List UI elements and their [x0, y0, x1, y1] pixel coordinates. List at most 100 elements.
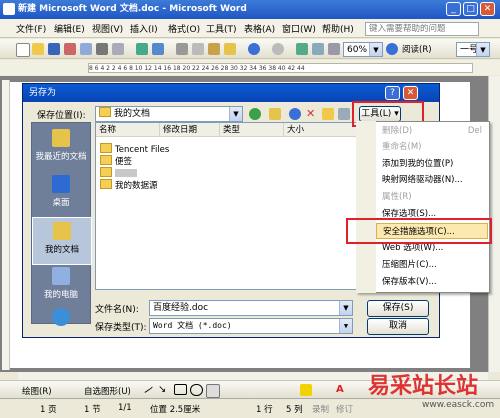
- window-title: 新建 Microsoft Word 文档.doc - Microsoft Wor…: [0, 0, 500, 19]
- dialog-help-button[interactable]: ?: [385, 86, 400, 100]
- read-mode-button[interactable]: 阅读(R): [402, 43, 432, 55]
- spelling-icon[interactable]: [136, 43, 148, 55]
- draw-menu-button[interactable]: 绘图(R): [22, 385, 52, 397]
- menu-item-compress-pictures[interactable]: 压缩图片(C)...: [382, 257, 488, 273]
- menu-table[interactable]: 表格(A): [244, 22, 275, 35]
- up-folder-icon[interactable]: [269, 108, 281, 120]
- font-color-icon[interactable]: A: [336, 384, 348, 396]
- oval-icon[interactable]: [190, 384, 203, 396]
- mail-icon[interactable]: [80, 43, 92, 55]
- place-desktop[interactable]: 桌面: [32, 171, 90, 217]
- delete-icon[interactable]: ✕: [306, 108, 318, 120]
- chevron-down-icon: ▼: [339, 301, 352, 315]
- folder-icon: [100, 143, 112, 153]
- place-recent[interactable]: 我最近的文档: [32, 125, 90, 171]
- fill-color-icon[interactable]: [300, 384, 312, 396]
- status-record[interactable]: 录制: [312, 403, 329, 415]
- menu-window[interactable]: 窗口(W): [282, 22, 316, 35]
- column-name[interactable]: 名称: [96, 123, 160, 137]
- menu-item-map-network-drive[interactable]: 映射网络驱动器(N)...: [382, 172, 488, 188]
- cut-icon[interactable]: [176, 43, 188, 55]
- menu-tools[interactable]: 工具(T): [206, 22, 237, 35]
- zoom-select[interactable]: 60% ▼: [343, 42, 383, 57]
- site-watermark: 易采站长站 www.easck.com: [368, 373, 495, 410]
- close-button[interactable]: ✕: [480, 2, 495, 16]
- list-item[interactable]: [100, 167, 137, 179]
- filetype-select[interactable]: Word 文档 (*.doc) ▼: [149, 318, 353, 334]
- save-button[interactable]: 保存(S): [367, 300, 429, 317]
- chevron-down-icon: ▼: [476, 43, 489, 56]
- status-line: 1 行: [256, 405, 273, 415]
- new-folder-icon[interactable]: [322, 108, 334, 120]
- dialog-close-button[interactable]: ✕: [403, 86, 418, 100]
- minimize-button[interactable]: _: [446, 2, 461, 16]
- blurred-name: [115, 169, 137, 177]
- paste-icon[interactable]: [208, 43, 220, 55]
- chevron-down-icon: ▼: [369, 43, 382, 56]
- autoshapes-menu-button[interactable]: 自选图形(U): [84, 385, 131, 397]
- arrow-icon[interactable]: ↘: [158, 384, 170, 396]
- columns-icon[interactable]: [328, 43, 340, 55]
- menu-help[interactable]: 帮助(H): [322, 22, 354, 35]
- menu-item-rename[interactable]: 重命名(M): [382, 139, 488, 155]
- menu-item-properties[interactable]: 属性(R): [382, 189, 488, 205]
- menu-file[interactable]: 文件(F): [16, 22, 46, 35]
- redo-icon[interactable]: [272, 43, 284, 55]
- dialog-title: 另存为: [23, 84, 439, 102]
- menu-format[interactable]: 格式(O): [168, 22, 200, 35]
- save-in-label: 保存位置(I):: [37, 111, 86, 121]
- place-network[interactable]: [32, 307, 90, 326]
- tables-icon[interactable]: [312, 43, 324, 55]
- preview-icon[interactable]: [112, 43, 124, 55]
- copy-icon[interactable]: [192, 43, 204, 55]
- save-in-select[interactable]: 我的文档 ▼: [95, 106, 243, 122]
- undo-icon[interactable]: [248, 43, 260, 55]
- menu-item-add-to-my-places[interactable]: 添加到我的位置(P): [382, 156, 488, 172]
- research-icon[interactable]: [152, 43, 164, 55]
- menu-view[interactable]: 视图(V): [92, 22, 123, 35]
- filename-input[interactable]: 百度经验.doc ▼: [149, 300, 353, 316]
- file-list[interactable]: 名称 修改日期 类型 大小 Tencent Files 便签 我的数据源: [95, 122, 361, 290]
- vertical-ruler: [2, 80, 10, 370]
- back-icon[interactable]: [249, 108, 261, 120]
- place-my-documents[interactable]: 我的文档: [32, 217, 92, 265]
- menu-insert[interactable]: 插入(I): [130, 22, 158, 35]
- format-painter-icon[interactable]: [224, 43, 236, 55]
- search-web-icon[interactable]: [289, 108, 301, 120]
- menu-item-delete[interactable]: 删除(D) Del: [382, 123, 488, 139]
- menu-edit[interactable]: 编辑(E): [54, 22, 85, 35]
- folder-icon: [100, 155, 112, 165]
- column-type[interactable]: 类型: [220, 123, 284, 137]
- views-icon[interactable]: [338, 108, 350, 120]
- open-icon[interactable]: [32, 43, 44, 55]
- style-select[interactable]: 一号 ▼: [456, 42, 490, 57]
- status-track-changes[interactable]: 修订: [336, 403, 353, 415]
- cancel-button[interactable]: 取消: [367, 318, 429, 335]
- list-item[interactable]: Tencent Files: [100, 143, 169, 155]
- horizontal-ruler[interactable]: 8 6 4 2 2 4 6 8 10 12 14 16 18 20 22 24 …: [88, 63, 473, 73]
- filename-label: 文件名(N):: [95, 305, 139, 315]
- hyperlink-icon[interactable]: [296, 43, 308, 55]
- watermark-url: www.easck.com: [422, 400, 495, 410]
- column-modified[interactable]: 修改日期: [160, 123, 220, 137]
- textbox-icon[interactable]: [206, 384, 220, 398]
- save-icon[interactable]: [48, 43, 60, 55]
- list-item[interactable]: 便签: [100, 155, 132, 167]
- places-bar: 我最近的文档 桌面 我的文档 我的电脑: [31, 122, 92, 326]
- place-my-computer[interactable]: 我的电脑: [32, 263, 90, 309]
- security-options-highlight: [346, 218, 492, 244]
- menu-item-save-version[interactable]: 保存版本(V)...: [382, 274, 488, 290]
- column-size[interactable]: 大小: [284, 123, 360, 137]
- list-item[interactable]: 我的数据源: [100, 179, 158, 191]
- status-column: 5 列: [286, 405, 303, 415]
- new-icon[interactable]: [16, 43, 30, 57]
- help-search-input[interactable]: 键入需要帮助的问题: [365, 22, 479, 36]
- chevron-down-icon: ▼: [339, 319, 352, 333]
- permission-icon[interactable]: [64, 43, 76, 55]
- maximize-button[interactable]: □: [463, 2, 478, 16]
- print-icon[interactable]: [96, 43, 108, 55]
- help-icon[interactable]: [386, 43, 398, 55]
- standard-toolbar: 60% ▼ 阅读(R) 一号 ▼: [0, 39, 500, 59]
- rectangle-icon[interactable]: [174, 384, 187, 395]
- line-icon[interactable]: [140, 381, 154, 394]
